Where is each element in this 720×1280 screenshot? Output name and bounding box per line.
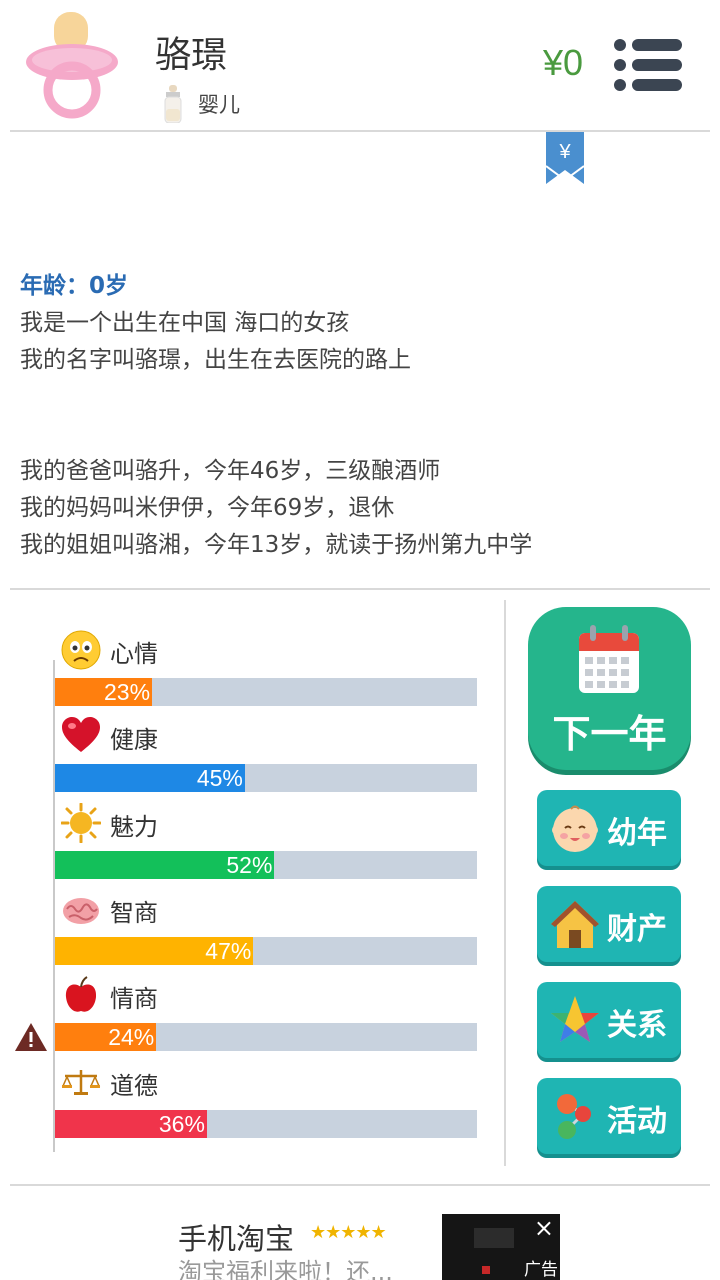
ad-subtitle: 淘宝福利来啦！还... bbox=[178, 1258, 393, 1280]
stat-bar-track: 36% bbox=[55, 1110, 477, 1138]
ad-image-mark bbox=[482, 1266, 490, 1274]
header: 骆璟 婴儿 ¥0 bbox=[0, 0, 720, 132]
worried-face-icon bbox=[61, 630, 101, 670]
assets-label: 财产 bbox=[607, 912, 667, 947]
stat-charm: 魅力 52% bbox=[55, 803, 477, 889]
stat-bar-track: 47% bbox=[55, 937, 477, 965]
ad-rating-stars: ★★★★★ bbox=[310, 1222, 387, 1243]
brain-icon bbox=[63, 898, 99, 924]
story-divider bbox=[10, 588, 710, 590]
life-story: 年龄：0岁 我是一个出生在中国 海口的女孩 我的名字叫骆璟，出生在去医院的路上 … bbox=[20, 268, 700, 564]
stat-value: 23% bbox=[104, 679, 151, 705]
sun-icon bbox=[61, 803, 101, 843]
ad-tag: 广告 bbox=[524, 1260, 558, 1280]
stat-bar-track: 52% bbox=[55, 851, 477, 879]
stat-label: 心情 bbox=[110, 640, 158, 668]
bookmark-symbol: ¥ bbox=[558, 141, 571, 163]
stat-value: 45% bbox=[196, 765, 243, 791]
stat-bar-fill: 24% bbox=[55, 1023, 157, 1051]
stat-label: 道德 bbox=[110, 1072, 158, 1100]
close-icon[interactable]: × bbox=[534, 1214, 554, 1242]
stat-value: 36% bbox=[158, 1111, 205, 1137]
activities-label: 活动 bbox=[607, 1104, 667, 1139]
assets-button[interactable]: 财产 bbox=[537, 886, 681, 962]
house-icon bbox=[551, 901, 599, 948]
star-icon bbox=[551, 996, 599, 1042]
next-year-label: 下一年 bbox=[552, 712, 667, 756]
stat-bar-track: 45% bbox=[55, 764, 477, 792]
relations-button[interactable]: 关系 bbox=[537, 982, 681, 1058]
baby-bottle-icon bbox=[164, 85, 182, 123]
story-line: 我的妈妈叫米伊伊，今年69岁，退休 bbox=[20, 495, 395, 521]
ad-image-content bbox=[474, 1228, 514, 1248]
age-line: 年龄：0岁 bbox=[20, 273, 129, 299]
panel-separator bbox=[504, 600, 506, 1166]
ad-image[interactable]: × 广告 bbox=[442, 1214, 560, 1280]
character-name: 骆璟 bbox=[155, 35, 228, 76]
stat-label: 魅力 bbox=[110, 813, 158, 841]
next-year-button[interactable]: 下一年 bbox=[528, 607, 691, 770]
life-stage-label: 婴儿 bbox=[198, 93, 240, 117]
apple-icon bbox=[65, 976, 97, 1012]
story-line: 我的姐姐叫骆湘，今年13岁，就读于扬州第九中学 bbox=[20, 532, 533, 558]
stat-bar-fill: 45% bbox=[55, 764, 245, 792]
stat-eq: 情商 24% bbox=[55, 975, 477, 1061]
heart-icon bbox=[62, 717, 100, 752]
stat-mood: 心情 23% bbox=[55, 630, 477, 716]
header-divider bbox=[10, 130, 710, 132]
story-line: 我的爸爸叫骆升，今年46岁，三级酿酒师 bbox=[20, 458, 441, 484]
stat-morality: 道德 36% bbox=[55, 1062, 477, 1148]
stat-bar-track: 24% bbox=[55, 1023, 477, 1051]
story-line: 我的名字叫骆璟，出生在去医院的路上 bbox=[20, 347, 411, 373]
relations-label: 关系 bbox=[607, 1008, 667, 1043]
stat-bar-fill: 23% bbox=[55, 678, 153, 706]
menu-icon[interactable] bbox=[612, 36, 684, 94]
life-stage: 婴儿 bbox=[162, 84, 240, 124]
activity-dots-icon bbox=[557, 1094, 591, 1139]
stat-health: 健康 45% bbox=[55, 716, 477, 802]
stat-value: 24% bbox=[108, 1024, 155, 1050]
stat-bar-track: 23% bbox=[55, 678, 477, 706]
bookmark-ribbon-icon: ¥ bbox=[546, 132, 584, 184]
stat-value: 52% bbox=[226, 852, 273, 878]
ad-banner[interactable]: 手机淘宝 ★★★★★ 淘宝福利来啦！还... × 广告 bbox=[0, 1186, 720, 1280]
baby-face-icon bbox=[552, 805, 598, 852]
activities-button[interactable]: 活动 bbox=[537, 1078, 681, 1154]
stat-iq: 智商 47% bbox=[55, 889, 477, 975]
childhood-label: 幼年 bbox=[607, 816, 667, 851]
pacifier-icon bbox=[26, 12, 118, 119]
stat-label: 情商 bbox=[110, 985, 158, 1013]
stat-bar-fill: 47% bbox=[55, 937, 254, 965]
stat-label: 智商 bbox=[110, 899, 158, 927]
warning-icon bbox=[15, 1023, 47, 1051]
stat-value: 47% bbox=[205, 938, 252, 964]
story-line: 我是一个出生在中国 海口的女孩 bbox=[20, 310, 350, 336]
stat-label: 健康 bbox=[110, 726, 158, 754]
stat-bar-fill: 52% bbox=[55, 851, 275, 879]
childhood-button[interactable]: 幼年 bbox=[537, 790, 681, 866]
money-balance: ¥0 bbox=[543, 42, 584, 83]
stat-bar-fill: 36% bbox=[55, 1110, 207, 1138]
calendar-icon bbox=[579, 625, 639, 693]
scales-icon bbox=[61, 1070, 101, 1095]
